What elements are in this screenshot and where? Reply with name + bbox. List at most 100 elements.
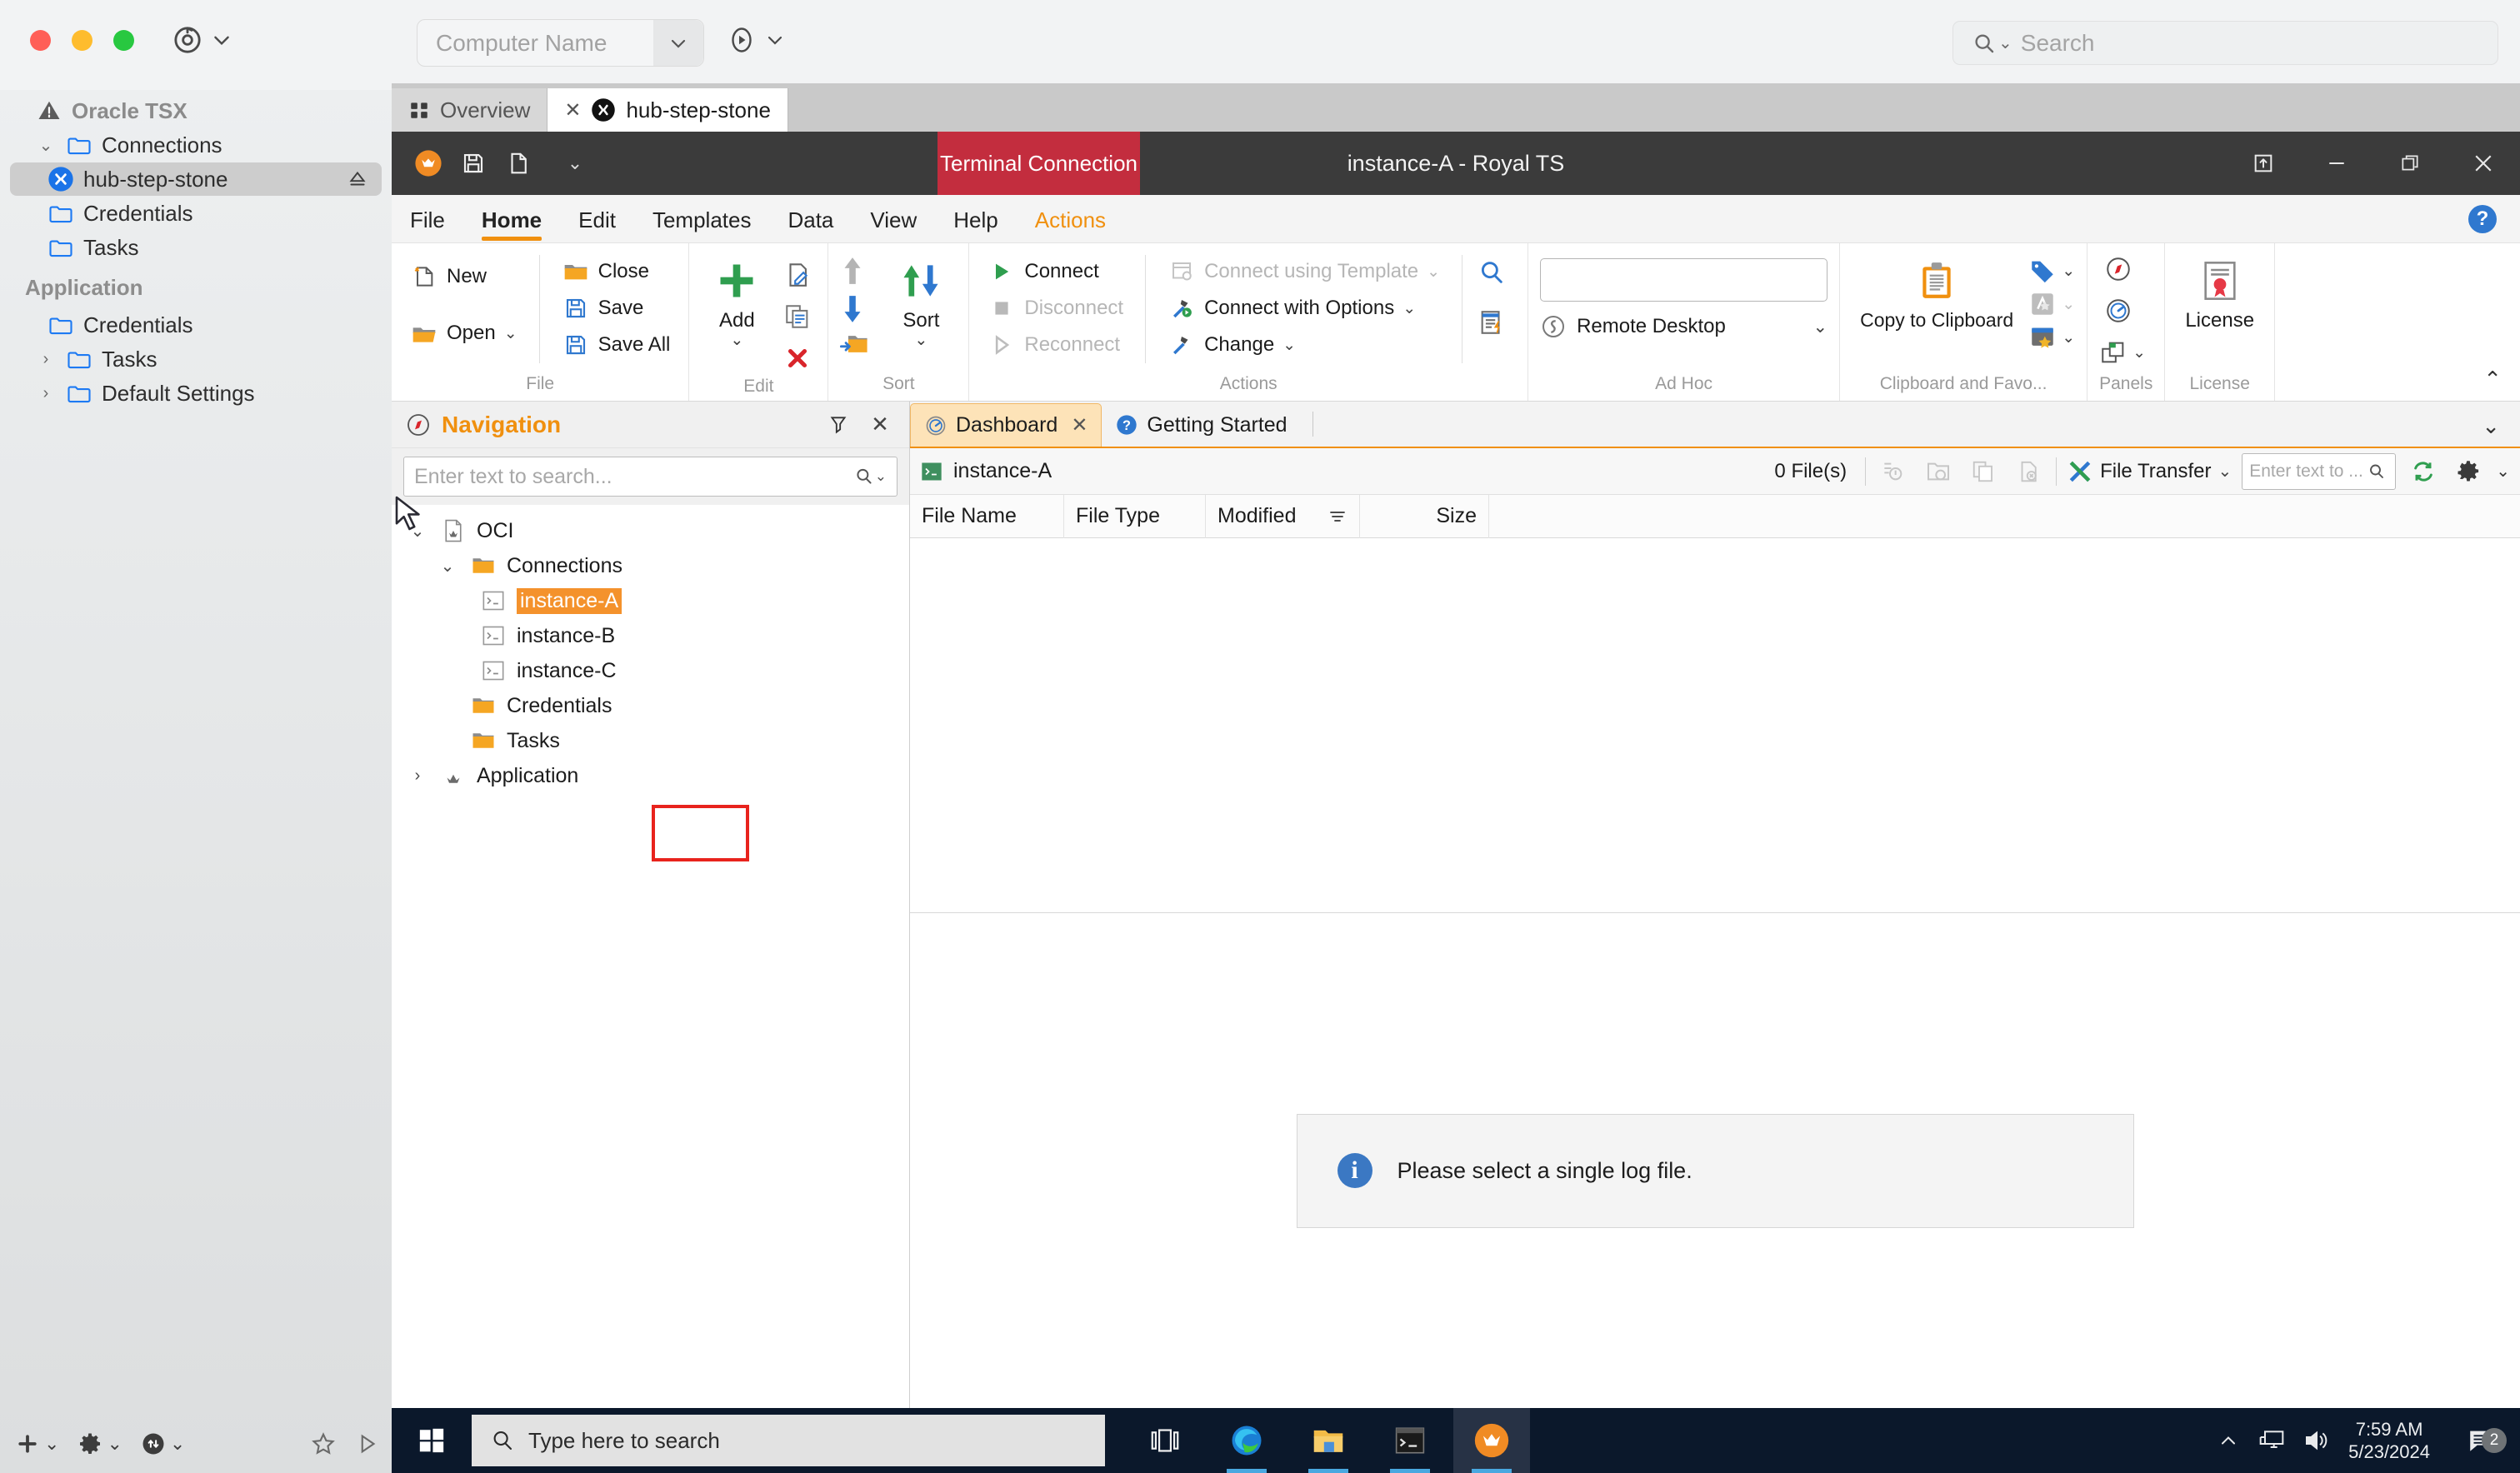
- computer-name-combobox[interactable]: Computer Name: [417, 19, 704, 67]
- show-hidden-icons-icon[interactable]: [2217, 1429, 2240, 1452]
- tree-item-oci[interactable]: ⌄ OCI: [392, 513, 909, 548]
- connect-button[interactable]: Connect: [981, 255, 1130, 288]
- file-search-input[interactable]: Enter text to ...: [2242, 453, 2396, 490]
- taskbar-clock[interactable]: 7:59 AM 5/23/2024: [2348, 1418, 2438, 1464]
- pin-panel-icon[interactable]: [822, 414, 854, 436]
- rdp-tab-hub-step-stone[interactable]: ✕ hub-step-stone: [548, 88, 788, 132]
- ribbon-tab-help[interactable]: Help: [935, 197, 1016, 242]
- terminal-icon[interactable]: [1372, 1408, 1448, 1473]
- tree-item-tasks[interactable]: Tasks: [392, 723, 909, 758]
- tree-item-credentials[interactable]: Credentials: [392, 688, 909, 723]
- reconnect-button[interactable]: [171, 23, 232, 57]
- save-button[interactable]: Save: [555, 292, 678, 325]
- chevron-right-icon[interactable]: ›: [35, 350, 57, 369]
- chevron-down-icon[interactable]: ⌄: [1282, 336, 1296, 355]
- save-icon[interactable]: [458, 148, 488, 178]
- sidebar-item-app-tasks[interactable]: › Tasks: [10, 342, 382, 376]
- eject-icon[interactable]: [347, 168, 368, 190]
- chevron-down-icon[interactable]: ⌄: [2132, 343, 2146, 362]
- sidebar-item-default-settings[interactable]: › Default Settings: [10, 377, 382, 410]
- taskbar-search-box[interactable]: Type here to search: [472, 1415, 1105, 1466]
- chevron-down-icon[interactable]: ⌄: [44, 1433, 59, 1455]
- close-icon[interactable]: [2447, 132, 2520, 195]
- sidebar-item-credentials[interactable]: Credentials: [10, 197, 382, 230]
- move-up-icon[interactable]: [840, 255, 878, 292]
- close-panel-icon[interactable]: ✕: [864, 412, 896, 437]
- ribbon-tab-file[interactable]: File: [392, 197, 463, 242]
- chevron-down-icon[interactable]: ⌄: [2218, 461, 2232, 482]
- maximize-icon[interactable]: [2373, 132, 2447, 195]
- chevron-down-icon[interactable]: ⌄: [107, 1433, 122, 1455]
- close-icon[interactable]: ✕: [1071, 413, 1088, 437]
- chevron-right-icon[interactable]: ›: [405, 766, 430, 786]
- chevron-down-icon[interactable]: ⌄: [2062, 328, 2075, 347]
- layout-button[interactable]: ⌄: [2099, 338, 2146, 367]
- chevron-down-icon[interactable]: ⌄: [2062, 262, 2075, 281]
- new-document-icon[interactable]: [503, 148, 533, 178]
- column-header-file-name[interactable]: File Name: [910, 495, 1064, 538]
- search-icon[interactable]: [1478, 258, 1516, 297]
- open-button[interactable]: Open ⌄: [403, 317, 524, 350]
- sidebar-item-tasks[interactable]: Tasks: [10, 231, 382, 264]
- ribbon-tab-data[interactable]: Data: [769, 197, 852, 242]
- license-button[interactable]: License: [2177, 255, 2262, 331]
- play-button[interactable]: [355, 1431, 380, 1456]
- chevron-down-icon[interactable]: [765, 30, 785, 50]
- sidebar-item-hub-step-stone[interactable]: hub-step-stone: [10, 162, 382, 196]
- sync-button[interactable]: ⌄: [141, 1431, 185, 1456]
- restore-down-icon[interactable]: [2227, 132, 2300, 195]
- refresh-icon[interactable]: [2406, 454, 2441, 489]
- favorite-connection-button[interactable]: ⌄: [2028, 323, 2075, 352]
- start-session-button[interactable]: [727, 25, 785, 55]
- column-header-file-type[interactable]: File Type: [1064, 495, 1206, 538]
- filter-icon[interactable]: [1328, 507, 1348, 527]
- add-button[interactable]: Add ⌄: [701, 255, 772, 348]
- customize-qat-chevron-icon[interactable]: ⌄: [560, 148, 590, 178]
- adhoc-type-selector[interactable]: Remote Desktop ⌄: [1540, 313, 1828, 340]
- chevron-down-icon[interactable]: ⌄: [2496, 461, 2510, 482]
- computer-name-input[interactable]: Computer Name: [418, 30, 653, 57]
- chevron-down-icon[interactable]: ⌄: [914, 332, 928, 348]
- network-icon[interactable]: [2258, 1428, 2285, 1453]
- close-icon[interactable]: ✕: [564, 98, 581, 122]
- dashboard-panel-icon[interactable]: [2104, 297, 2141, 333]
- chevron-down-icon[interactable]: ⌄: [1402, 299, 1416, 318]
- minimize-window-button[interactable]: [72, 30, 92, 51]
- chevron-down-icon[interactable]: ⌄: [405, 521, 430, 542]
- search-icon[interactable]: [853, 466, 875, 487]
- tree-item-instance-b[interactable]: instance-B: [392, 618, 909, 653]
- chevron-down-icon[interactable]: ⌄: [2482, 413, 2500, 439]
- sidebar-item-connections[interactable]: ⌄ Connections: [10, 128, 382, 162]
- chevron-down-icon[interactable]: ⌄: [730, 332, 743, 348]
- file-explorer-icon[interactable]: [1290, 1408, 1367, 1473]
- maximize-window-button[interactable]: [113, 30, 134, 51]
- tag-button[interactable]: ⌄: [2028, 257, 2075, 285]
- help-icon[interactable]: ?: [2468, 205, 2497, 233]
- edit-properties-icon[interactable]: [779, 257, 816, 293]
- document-tab-getting-started[interactable]: ? Getting Started: [1102, 403, 1300, 447]
- ribbon-tab-actions[interactable]: Actions: [1017, 197, 1124, 242]
- column-header-modified[interactable]: Modified: [1206, 495, 1360, 538]
- column-header-size[interactable]: Size: [1360, 495, 1489, 538]
- duplicate-icon[interactable]: [779, 298, 816, 335]
- tree-item-application[interactable]: › Application: [392, 758, 909, 793]
- copy-to-clipboard-button[interactable]: Copy to Clipboard: [1852, 255, 2022, 330]
- sidebar-item-app-credentials[interactable]: Credentials: [10, 308, 382, 342]
- move-down-icon[interactable]: [840, 293, 878, 330]
- task-view-icon[interactable]: [1127, 1408, 1203, 1473]
- rdp-tab-overview[interactable]: Overview: [392, 88, 548, 132]
- royalts-app-icon[interactable]: [413, 148, 443, 178]
- search-scope-chevron-icon[interactable]: ⌄: [1998, 32, 2012, 53]
- search-icon[interactable]: [2367, 462, 2387, 482]
- ribbon-tab-view[interactable]: View: [852, 197, 935, 242]
- file-transfer-menu-button[interactable]: File Transfer ⌄: [2067, 458, 2232, 485]
- adhoc-host-input[interactable]: [1540, 258, 1828, 302]
- chevron-down-icon[interactable]: [211, 29, 232, 51]
- chevron-down-icon[interactable]: ⌄: [1812, 317, 1828, 337]
- edge-icon[interactable]: [1208, 1408, 1285, 1473]
- tree-item-connections[interactable]: ⌄ Connections: [392, 548, 909, 583]
- add-button[interactable]: ⌄: [15, 1431, 59, 1456]
- chevron-down-icon[interactable]: ⌄: [504, 324, 518, 343]
- delete-icon[interactable]: [779, 340, 816, 377]
- chevron-right-icon[interactable]: ›: [35, 384, 57, 403]
